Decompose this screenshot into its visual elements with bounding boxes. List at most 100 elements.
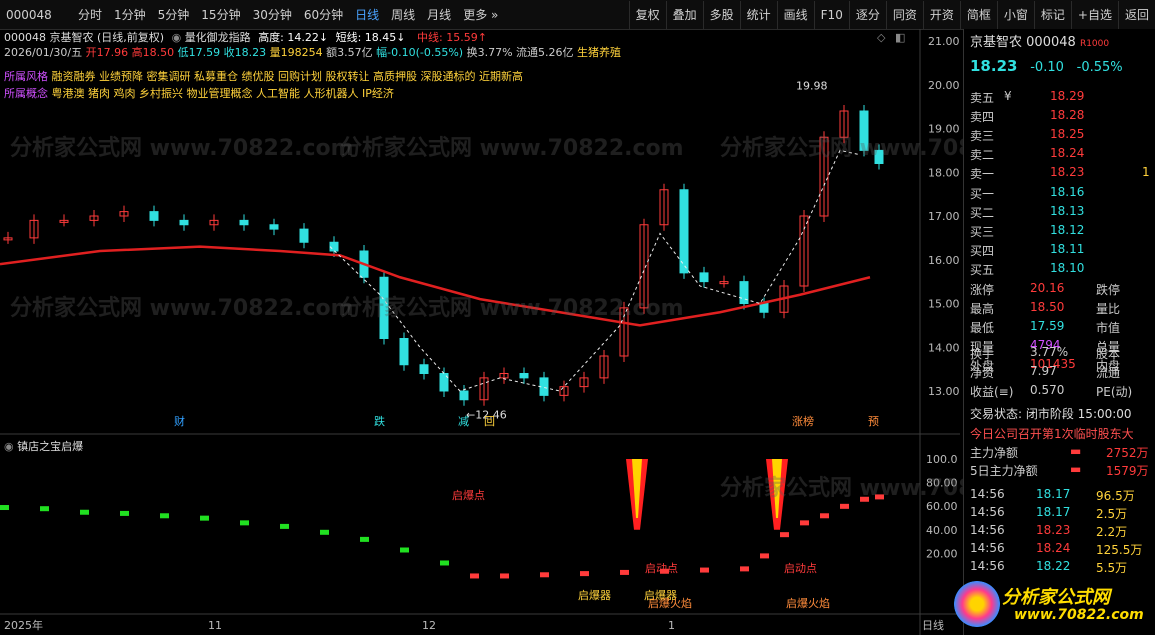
subaxis-tick: 20.00 [926,547,958,560]
tick-row-cell: 18.22 [1036,559,1071,573]
ask-row-cell: 18.29 [1050,89,1085,103]
toolbar-button[interactable]: 返回 [1117,0,1155,29]
ask-row-cell: 卖二 [970,148,995,162]
toolbar-button[interactable]: 开资 [922,0,960,29]
indicator-icon[interactable]: ◉ [172,31,182,44]
bid-row-cell: 买二 [970,206,995,220]
sub-label: 启爆火焰 [648,596,692,610]
candle-body [269,224,279,230]
date-value: 2026/01/30/五 [4,46,83,59]
event-label: 预 [868,415,879,428]
sub-bar [160,513,169,519]
stat-row-cell: 跌停 [1096,283,1121,297]
stat-row-cell: 20.16 [1030,281,1065,295]
site-logo: 分析家公式网 www.70822.com [954,577,1154,635]
kline-chart[interactable]: 21.00 20.00 19.00 18.00 17.00 16.00 15.00 14.00… [0,29,960,635]
top-toolbar: 000048 分时 1分钟 5分钟 15分钟 30分钟 60分钟 日线 周线 月线 更多 » 复权… [0,0,1155,30]
toolbar-button[interactable]: F10 [813,0,849,29]
toolbar-button[interactable]: 小窗 [996,0,1034,29]
bid-row-cell: 买五 [970,263,995,277]
period-tab[interactable]: 30分钟 [247,1,298,29]
concept-label: 所属概念 [4,87,48,100]
sub-bar [280,523,289,529]
sub-bar [620,569,629,575]
style-line: 所属风格 融资融券 业绩预降 密集调研 私募重仓 绩优股 回购计划 股权转让 高… [4,68,523,84]
toolbar-button[interactable]: 简框 [959,0,997,29]
xaxis-tick: 日线 [922,618,944,632]
period-tab[interactable]: 更多 » [457,1,504,29]
tick-row: 14:56 18.23 2.2万 [970,523,1154,541]
sub-bar [500,573,509,579]
yaxis-tick: 20.00 [928,79,960,92]
flow-row-cell: 主力净额 [970,446,1019,460]
indicator-name[interactable]: 量化御龙指路 [185,31,251,44]
period-tab[interactable]: 月线 [421,1,457,29]
stat-row: 最高 18.50 量比 [970,300,1154,318]
sub-label: 启动点 [784,562,817,575]
candle-body [679,189,689,274]
stock-code: 000048 [1026,35,1076,50]
bid-row-cell: 买一 [970,187,995,201]
subaxis-tick: 80.00 [926,477,958,490]
yaxis-tick: 16.00 [928,254,960,267]
candle-body [874,149,884,164]
turnover-value: 换3.77% [466,46,513,59]
tick-row-cell: 14:56 [970,487,1005,501]
stock-code-label: 000048 [6,7,52,22]
flow-row-cell: 1579万 [1106,464,1149,478]
sub-bar [580,571,589,577]
ask-row: 卖三 18.25 [970,127,1154,145]
chart-settings-icon[interactable]: ◇ [877,31,885,44]
bid-row: 买四 18.11 [970,242,1154,260]
event-label: 减 [458,415,469,428]
ask-row: 卖四 18.28 [970,108,1154,126]
toolbar-button[interactable]: 叠加 [665,0,703,29]
period-tab[interactable]: 分时 [72,1,108,29]
sub-label: 启动点 [645,562,678,575]
period-tab[interactable]: 5分钟 [152,1,196,29]
sub-bar [80,509,89,515]
toolbar-button[interactable]: 标记 [1033,0,1071,29]
subchart-title[interactable]: 镇店之宝启爆 [17,440,83,453]
candle-body [399,338,409,366]
period-tab[interactable]: 周线 [385,1,421,29]
notice-bar[interactable]: 今日公司召开第1次临时股东大 [970,425,1154,443]
sub-bar [360,536,369,542]
stat2-row-cell: 流通 [1096,366,1121,380]
subchart-toggle-icon[interactable]: ◉ [4,440,14,453]
xaxis-tick: 1 [668,619,675,632]
stat2-row-cell: 7.97 [1030,364,1057,378]
bid-row-cell: 18.12 [1050,223,1085,237]
stat-row-cell: 最低 [970,321,995,335]
sub-bar [40,506,49,512]
ask-row-cell: 卖四 [970,110,995,124]
chart-area[interactable]: 21.00 20.00 19.00 18.00 17.00 16.00 15.00 14.00… [0,29,960,635]
candle-body [149,211,159,221]
toolbar-button[interactable]: 多股 [702,0,740,29]
stat-row-cell: 最高 [970,302,995,316]
ohlc-line: 2026/01/30/五 开17.96 高18.50 低17.59 收18.23… [4,44,621,60]
period-tab[interactable]: 60分钟 [298,1,349,29]
candle-body [699,272,709,283]
sub-bar [840,503,849,509]
toolbar-button[interactable]: 画线 [776,0,814,29]
sub-bar [820,513,829,519]
candle-body [739,281,749,304]
period-tab[interactable]: 日线 [349,1,385,29]
sub-label: 启爆点 [452,488,485,502]
yaxis-tick: 17.00 [928,210,960,223]
toolbar-button[interactable]: 同资 [885,0,923,29]
toolbar-button[interactable]: 逐分 [848,0,886,29]
chart-collapse-icon[interactable]: ◧ [895,31,905,44]
tick-row-cell: 96.5万 [1096,489,1135,503]
bid-row: 买二 18.13 [970,204,1154,222]
toolbar-button[interactable]: 复权 [628,0,666,29]
period-tab[interactable]: 1分钟 [108,1,152,29]
toolbar-button[interactable]: 统计 [739,0,777,29]
toolbar-button[interactable]: +自选 [1070,0,1118,29]
sub-bar [875,494,884,500]
bid-row: 买一 18.16 [970,185,1154,203]
ask-row-cell: 卖三 [970,129,995,143]
period-tab[interactable]: 15分钟 [195,1,246,29]
sub-bar [780,532,789,538]
